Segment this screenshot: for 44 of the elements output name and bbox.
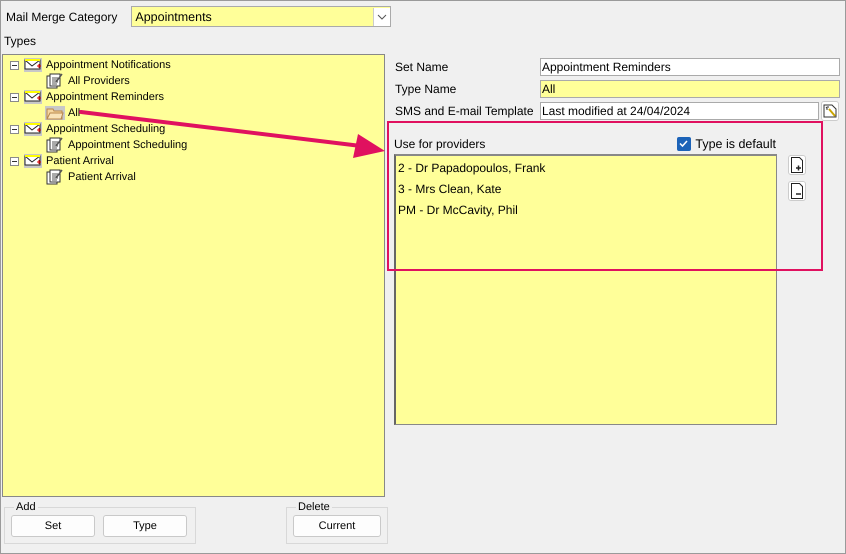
tree-item[interactable]: Patient Arrival — [68, 171, 136, 183]
tree-item[interactable]: Appointment Scheduling — [46, 123, 166, 135]
checkmark-icon — [678, 138, 690, 149]
envelope-icon — [24, 90, 42, 104]
folder-icon — [46, 106, 64, 120]
category-label: Mail Merge Category — [6, 10, 118, 24]
field-label: Set Name — [394, 60, 450, 74]
envelope-icon — [24, 58, 42, 72]
tree-item[interactable]: All Providers — [68, 75, 130, 87]
input-field[interactable]: Appointment Reminders — [540, 58, 840, 76]
field-label: SMS and E-mail Template — [394, 104, 535, 118]
collapse-icon[interactable] — [10, 60, 19, 70]
collapse-icon[interactable] — [10, 92, 19, 102]
remove-provider-button[interactable] — [788, 181, 806, 201]
tree-item[interactable]: Appointment Scheduling — [68, 139, 188, 151]
field-label: Type Name — [394, 82, 458, 96]
add-button[interactable]: Type — [103, 515, 187, 537]
edit-template-button[interactable] — [821, 101, 839, 121]
group-title: Delete — [297, 501, 331, 513]
provider-item[interactable]: 3 - Mrs Clean, Kate — [396, 179, 776, 200]
envelope-icon — [24, 122, 42, 136]
add-provider-button[interactable] — [788, 155, 806, 175]
provider-item[interactable]: 2 - Dr Papadopoulos, Frank — [396, 158, 776, 179]
provider-item[interactable]: PM - Dr McCavity, Phil — [396, 200, 776, 221]
document-icon — [46, 169, 64, 185]
document-icon — [46, 73, 64, 89]
tree-item[interactable]: Appointment Reminders — [46, 91, 164, 103]
collapse-icon[interactable] — [10, 156, 19, 166]
input-field[interactable]: Last modified at 24/04/2024 — [540, 102, 819, 120]
providers-label: Use for providers — [394, 137, 486, 151]
type-default-checkbox[interactable]: Type is default — [677, 137, 776, 151]
add-button[interactable]: Set — [11, 515, 95, 537]
tree-item[interactable]: Appointment Notifications — [46, 59, 171, 71]
collapse-icon[interactable] — [10, 124, 19, 134]
document-icon — [46, 137, 64, 153]
envelope-icon — [24, 154, 42, 168]
types-label: Types — [4, 34, 38, 48]
delete-button[interactable]: Current — [293, 515, 381, 537]
tree-item[interactable]: All — [68, 107, 80, 119]
group-title: Add — [15, 501, 37, 513]
input-field[interactable]: All — [540, 80, 840, 98]
chevron-down-icon — [373, 8, 390, 26]
category-dropdown[interactable]: Appointments — [131, 6, 392, 27]
tree-item[interactable]: Patient Arrival — [46, 155, 114, 167]
